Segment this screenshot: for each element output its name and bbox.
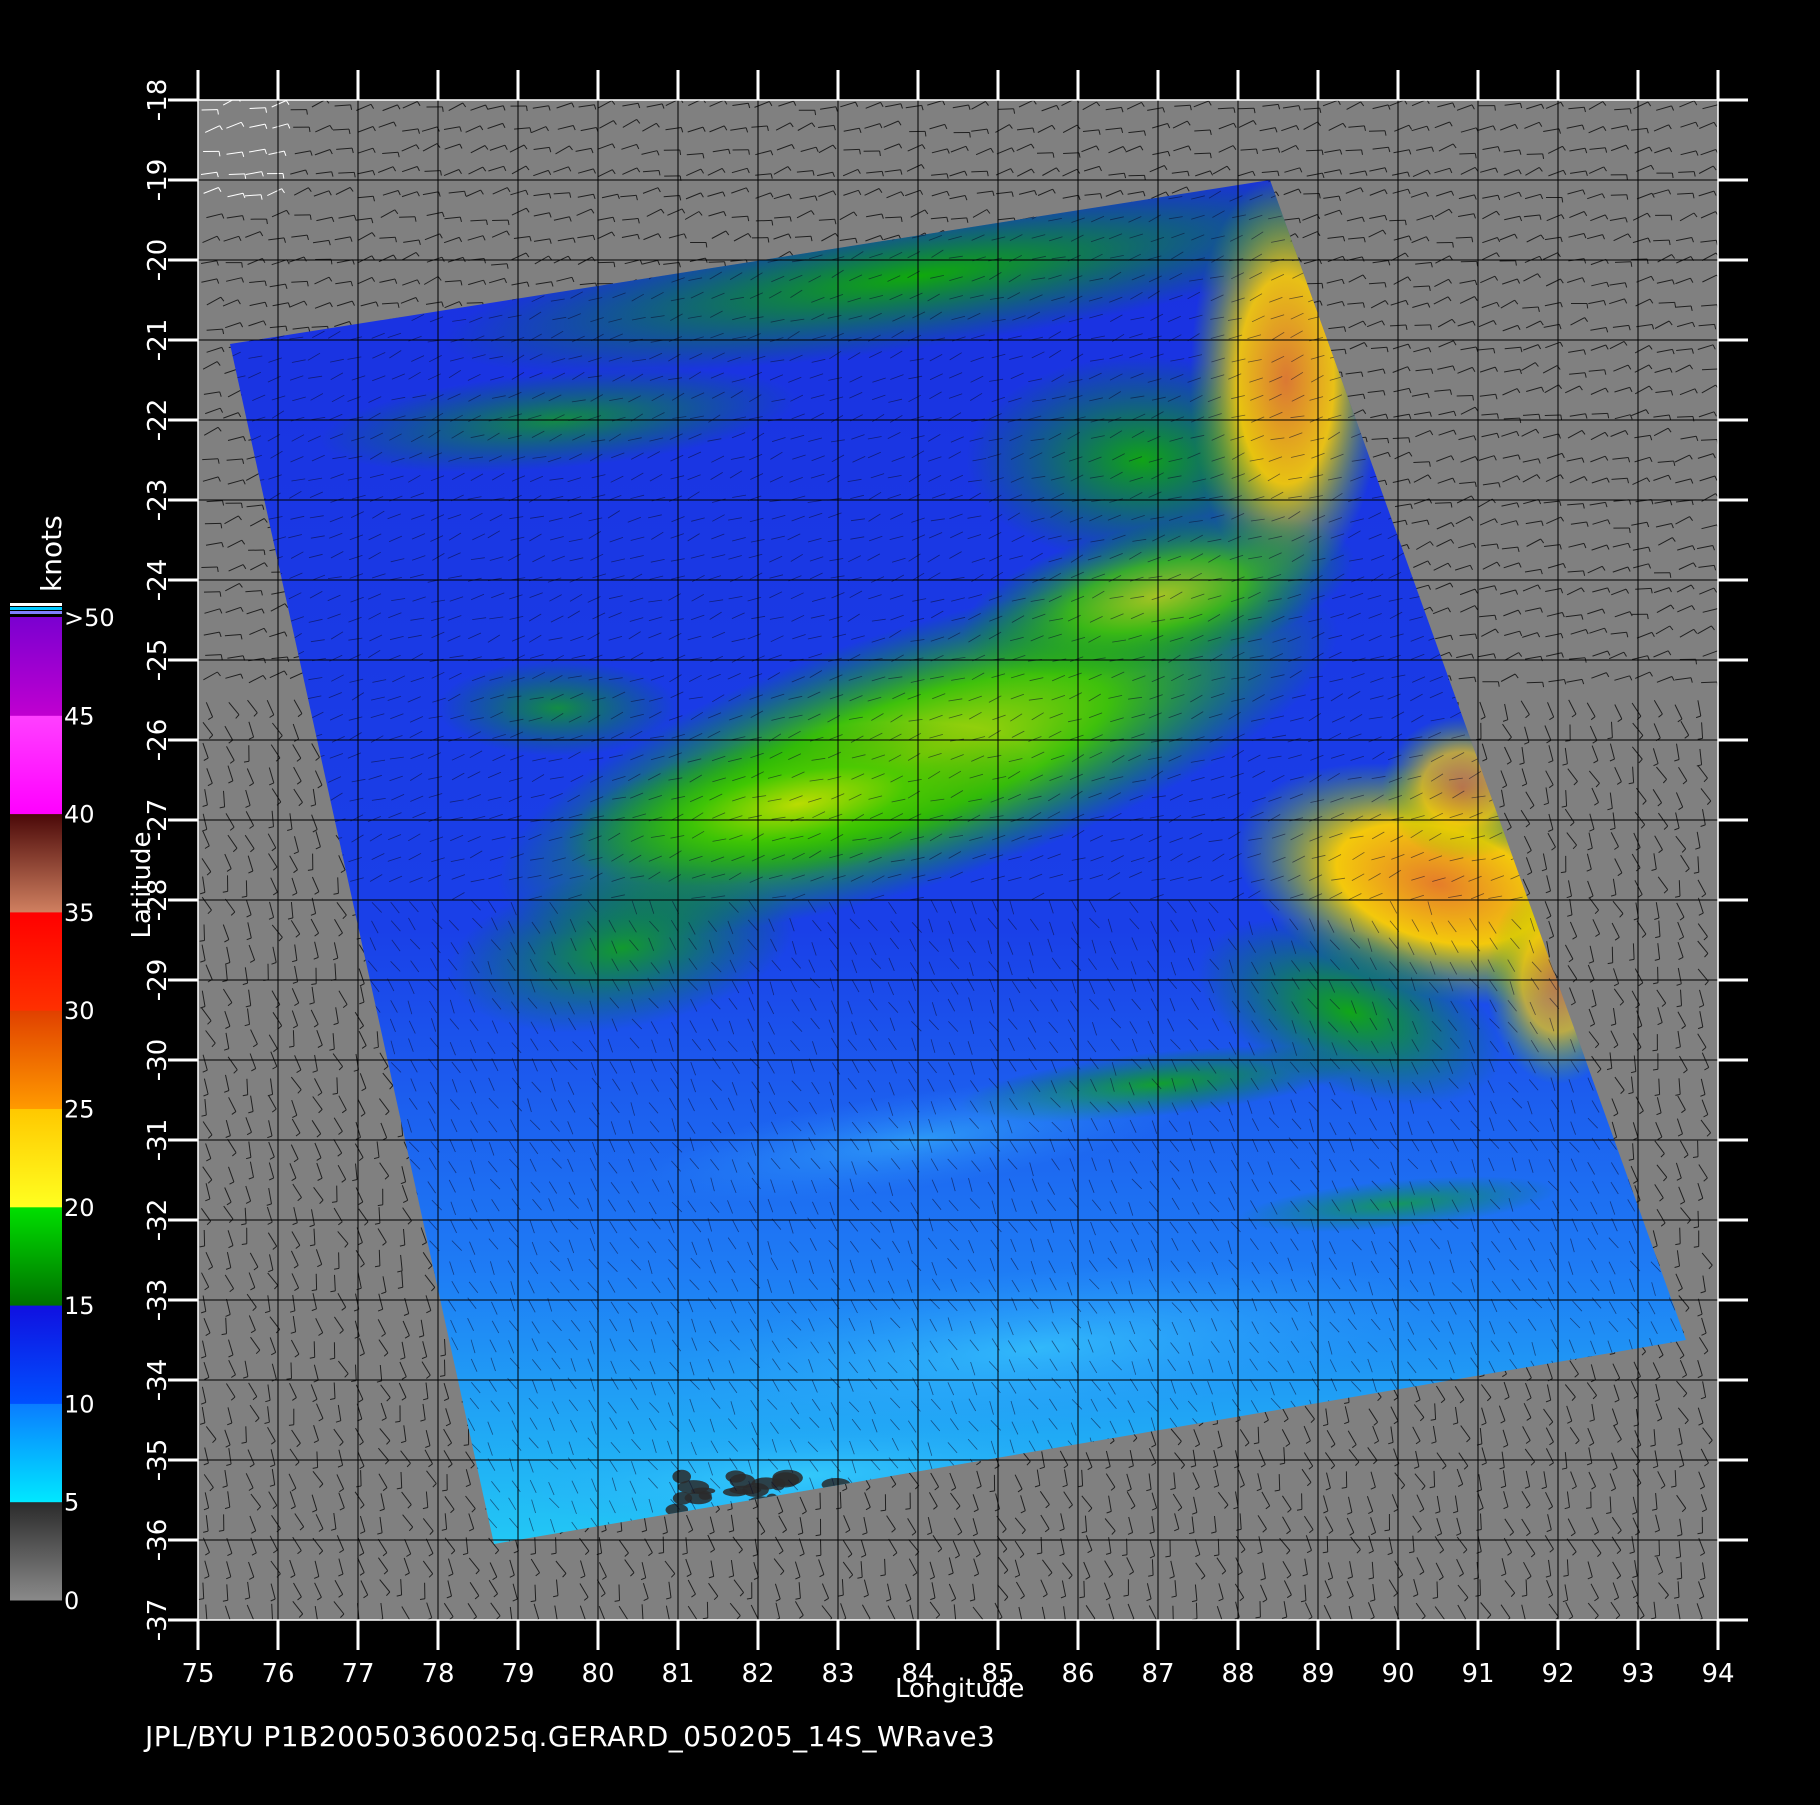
wind-barb	[229, 174, 245, 175]
wind-barb-flag	[1587, 304, 1588, 309]
wind-barb	[467, 303, 483, 304]
wind-barb	[1631, 259, 1647, 260]
wind-barb-flag	[970, 133, 971, 138]
wind-barb-flag	[1495, 106, 1496, 111]
wind-barb-flag	[706, 243, 707, 248]
wind-barb-flag	[527, 106, 528, 111]
wind-barb-flag	[1562, 198, 1563, 203]
wind-barb	[1457, 396, 1473, 397]
wind-barb	[1615, 262, 1631, 263]
wind-barb-flag	[1561, 872, 1566, 873]
wind-barb	[1346, 150, 1362, 151]
wind-barb	[1527, 682, 1543, 683]
wind-barb	[1679, 880, 1680, 896]
wind-barb	[399, 217, 415, 218]
wind-barb-flag	[1322, 283, 1323, 288]
wind-barb	[998, 109, 1014, 110]
wind-barb	[1527, 154, 1543, 155]
wind-barb	[1306, 150, 1322, 151]
wind-barb	[1456, 237, 1472, 238]
wind-barb-flag	[1627, 175, 1628, 180]
wind-barb	[1238, 108, 1254, 109]
wind-barb	[1415, 325, 1431, 326]
wind-barb	[1037, 153, 1053, 154]
wind-barb	[1701, 682, 1717, 683]
wind-barb	[1653, 240, 1669, 241]
wind-barb-flag	[925, 131, 926, 136]
wind-barb	[1194, 153, 1210, 154]
wind-barb	[1303, 194, 1319, 195]
wind-barb	[1659, 302, 1675, 303]
wind-barb-flag	[242, 263, 243, 268]
wind-barb	[1611, 195, 1627, 196]
wind-barb	[1413, 462, 1429, 463]
wind-barb	[1389, 220, 1405, 221]
wind-barb	[1592, 413, 1608, 414]
wind-barb	[338, 172, 354, 173]
scatterometer-wind-map: 7576777879808182838485868788899091929394…	[0, 0, 1820, 1800]
wind-barb	[1369, 131, 1385, 132]
wind-barb-flag	[443, 107, 444, 112]
wind-barb-flag	[1671, 215, 1672, 220]
wind-barb	[338, 877, 339, 893]
wind-barb	[201, 567, 217, 568]
wind-barb	[709, 262, 725, 263]
wind-barb	[1063, 153, 1079, 154]
wind-barb	[844, 149, 860, 150]
wind-barb	[971, 171, 987, 172]
wind-barb-flag	[1672, 173, 1673, 178]
wind-barb	[250, 108, 266, 109]
map-figure: 7576777879808182838485868788899091929394…	[0, 0, 1820, 1800]
wind-barb	[1459, 153, 1475, 154]
wind-barb	[1677, 417, 1693, 418]
wind-barb	[1435, 503, 1451, 504]
